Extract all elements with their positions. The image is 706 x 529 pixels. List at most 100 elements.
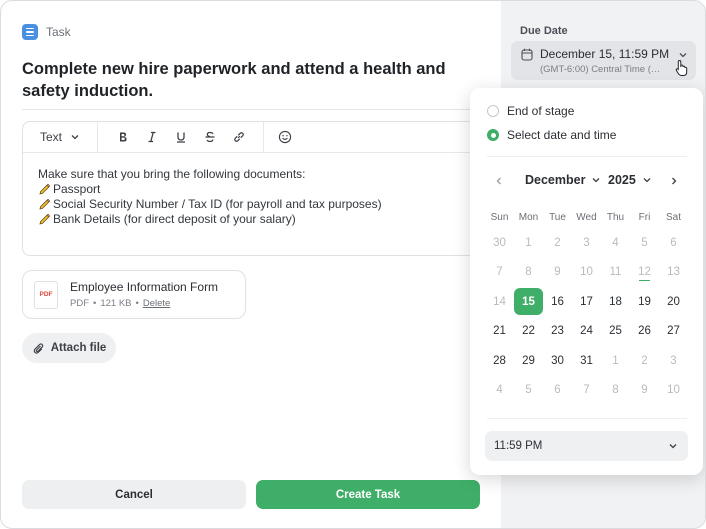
link-button[interactable] [226,126,251,148]
underline-button[interactable] [168,126,193,148]
text-style-select[interactable]: Text [23,122,98,152]
calendar-day[interactable]: 5 [514,376,543,406]
task-dialog: Task Complete new hire paperwork and att… [0,0,706,529]
calendar-day-number: 8 [612,384,619,397]
calendar-day[interactable]: 29 [514,346,543,376]
task-list-icon [22,24,38,40]
meta-separator: • [135,298,139,309]
calendar-day[interactable]: 2 [630,346,659,376]
calendar-day[interactable]: 25 [601,317,630,347]
description-item: Social Security Number / Tax ID (for pay… [38,197,481,212]
radio-button-selected[interactable] [487,129,499,141]
description-item-text: Bank Details (for direct deposit of your… [53,212,296,226]
calendar-day-number: 4 [612,236,619,249]
attachment-meta: PDF • 121 KB • Delete [70,298,218,309]
calendar-day-number: 28 [493,354,506,367]
calendar-day[interactable]: 14 [485,287,514,317]
calendar-day[interactable]: 6 [659,228,688,258]
chevron-down-icon [669,444,677,449]
calendar-day[interactable]: 26 [630,317,659,347]
calendar-day[interactable]: 28 [485,346,514,376]
calendar-day[interactable]: 13 [659,258,688,288]
calendar-day-number: 16 [551,295,564,308]
weekday-header: Thu [606,211,625,223]
calendar-day-selected[interactable]: 15 [514,287,543,317]
calendar-day[interactable]: 19 [630,287,659,317]
calendar-day[interactable]: 30 [543,346,572,376]
month-select[interactable]: December [525,173,601,187]
calendar-day[interactable]: 31 [572,346,601,376]
calendar-day-number: 8 [525,266,532,279]
calendar-day[interactable]: 2 [543,228,572,258]
calendar-day[interactable]: 7 [572,376,601,406]
attachment-delete-link[interactable]: Delete [143,298,170,309]
calendar-day[interactable]: 23 [543,317,572,347]
calendar-day[interactable]: 8 [514,258,543,288]
calendar-day[interactable]: 24 [572,317,601,347]
month-label: December [525,173,586,187]
calendar-day[interactable]: 4 [601,228,630,258]
title-divider [22,109,482,110]
calendar-day-number: 15 [514,288,543,316]
time-select[interactable]: 11:59 PM [485,431,688,461]
chevron-right-icon [672,177,677,185]
previous-month-button[interactable] [492,174,506,188]
due-date-value: December 15, 11:59 PM [540,47,670,61]
date-picker-popover: End of stage Select date and time Decemb… [470,88,703,475]
calendar-day[interactable]: 22 [514,317,543,347]
strikethrough-button[interactable] [197,126,222,148]
calendar-day-number: 31 [580,354,593,367]
calendar-day[interactable]: 1 [514,228,543,258]
calendar-day[interactable]: 18 [601,287,630,317]
due-date-field[interactable]: December 15, 11:59 PM (GMT-6:00) Central… [511,41,696,80]
description-item: Passport [38,182,481,197]
time-value: 11:59 PM [494,440,543,452]
year-select[interactable]: 2025 [608,173,652,187]
calendar-day[interactable]: 10 [572,258,601,288]
attachment-card[interactable]: PDF Employee Information Form PDF • 121 … [22,270,246,319]
calendar-day-number: 12 [638,266,651,279]
calendar-day[interactable]: 27 [659,317,688,347]
calendar-day[interactable]: 6 [543,376,572,406]
attachment-info: Employee Information Form PDF • 121 KB •… [70,280,218,309]
calendar-day[interactable]: 8 [601,376,630,406]
calendar-day[interactable]: 20 [659,287,688,317]
calendar-day[interactable]: 3 [659,346,688,376]
pdf-file-icon: PDF [34,280,58,309]
year-label: 2025 [608,173,636,187]
description-item-text: Passport [53,182,101,196]
task-title[interactable]: Complete new hire paperwork and attend a… [22,58,482,102]
option-select-date-and-time[interactable]: Select date and time [487,128,616,142]
calendar-day[interactable]: 30 [485,228,514,258]
calendar-day[interactable]: 12 [630,258,659,288]
emoji-button[interactable] [264,122,306,152]
bold-button[interactable] [110,126,135,148]
next-month-button[interactable] [667,174,681,188]
calendar-day[interactable]: 16 [543,287,572,317]
chevron-down-icon [643,178,651,183]
description-text[interactable]: Make sure that you bring the following d… [23,153,481,227]
calendar-day[interactable]: 4 [485,376,514,406]
radio-button[interactable] [487,105,499,117]
chevron-down-icon [592,178,600,183]
calendar-day[interactable]: 11 [601,258,630,288]
calendar-day[interactable]: 9 [543,258,572,288]
calendar-day[interactable]: 9 [630,376,659,406]
calendar-day[interactable]: 1 [601,346,630,376]
italic-button[interactable] [139,126,164,148]
create-task-button[interactable]: Create Task [256,480,480,509]
calendar-day[interactable]: 5 [630,228,659,258]
option-end-of-stage[interactable]: End of stage [487,104,574,118]
attach-file-button[interactable]: Attach file [22,333,116,363]
strikethrough-icon [205,131,214,143]
calendar-day-number: 29 [522,354,535,367]
calendar-day[interactable]: 21 [485,317,514,347]
calendar-day-number: 7 [496,266,503,279]
description-intro: Make sure that you bring the following d… [38,167,306,181]
calendar-day[interactable]: 17 [572,287,601,317]
calendar-day[interactable]: 7 [485,258,514,288]
calendar-day[interactable]: 3 [572,228,601,258]
calendar-day-number: 17 [580,295,593,308]
calendar-day[interactable]: 10 [659,376,688,406]
cancel-button[interactable]: Cancel [22,480,246,509]
